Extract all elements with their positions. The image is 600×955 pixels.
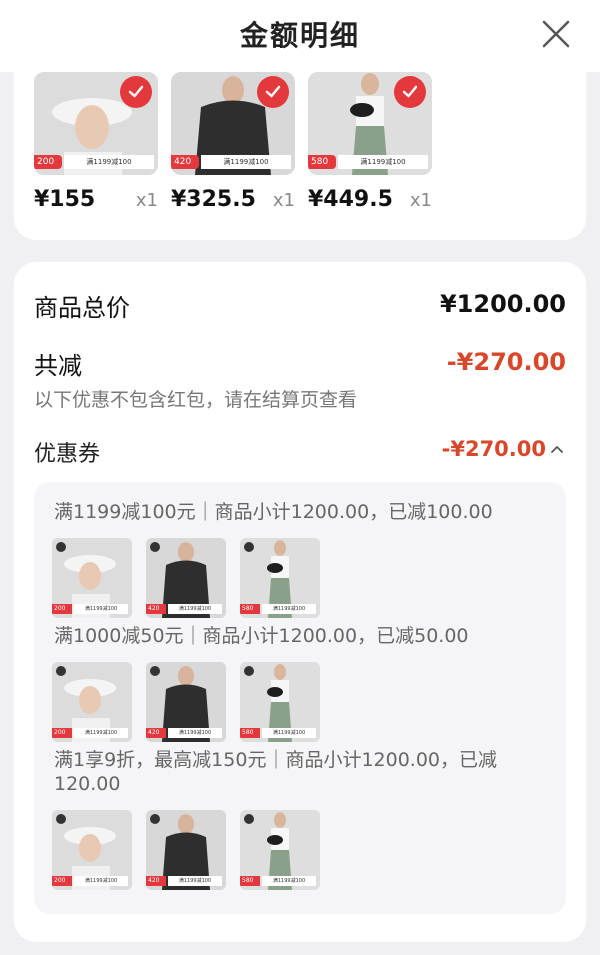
coupon-rule-products: 200 满1199减100 420 满1199减100 580 满1199减10…: [52, 538, 342, 618]
product-thumbnail[interactable]: 200 满1199减100: [52, 538, 132, 618]
product-thumbnail[interactable]: 200 满1199减100: [52, 810, 132, 890]
product-price: ¥325.5: [171, 187, 256, 212]
header: 金额明细: [0, 0, 600, 72]
product-image-bucket-hat[interactable]: 200 满1199减100: [34, 72, 158, 175]
brand-logo: [150, 542, 160, 552]
check-icon: [257, 76, 289, 108]
product-thumbnail[interactable]: 420 满1199减100: [146, 810, 226, 890]
discount-value: -¥270.00: [446, 348, 566, 376]
product-image-black-longsleeve[interactable]: 420 满1199减100: [171, 72, 295, 175]
chevron-up-icon: [551, 446, 563, 453]
promo-tag: 满1199减100: [262, 876, 316, 886]
coupon-label: 优惠券: [34, 442, 101, 467]
coupon-details: 满1199减100元｜商品小计1200.00，已减100.00 200 满119…: [34, 482, 566, 914]
product-thumbnail[interactable]: 580 满1199减100: [240, 810, 320, 890]
brand-logo: [56, 666, 66, 676]
promo-tag: 满1199减100: [74, 604, 128, 614]
product-thumbnail[interactable]: 420 满1199减100: [146, 538, 226, 618]
coupon-rule: 满1享9折，最高减150元｜商品小计1200.00，已减120.00: [54, 749, 498, 795]
price-badge: 580: [240, 728, 260, 738]
price-badge: 200: [34, 155, 62, 169]
page-title: 金额明细: [239, 19, 360, 52]
price-badge: 200: [52, 876, 72, 886]
discount-note: 以下优惠不包含红包，请在结算页查看: [34, 389, 358, 411]
promo-tag: 满1199减100: [64, 155, 154, 169]
product-thumbnail[interactable]: 420 满1199减100: [146, 662, 226, 742]
product-price: ¥155: [34, 187, 96, 212]
product-price-row: ¥449.5 x1: [308, 187, 432, 217]
price-badge: 420: [146, 604, 166, 614]
coupon-toggle[interactable]: -¥270.00: [442, 437, 564, 461]
price-badge: 580: [308, 155, 336, 169]
brand-logo: [56, 542, 66, 552]
brand-logo: [150, 814, 160, 824]
summary-card: 商品总价 ¥1200.00 共减 -¥270.00 以下优惠不包含红包，请在结算…: [14, 262, 586, 942]
brand-logo: [244, 666, 254, 676]
promo-tag: 满1199减100: [262, 604, 316, 614]
coupon-value: -¥270.00: [441, 437, 546, 461]
promo-tag: 满1199减100: [74, 728, 128, 738]
promo-tag: 满1199减100: [168, 604, 222, 614]
price-badge: 200: [52, 604, 72, 614]
check-icon: [394, 76, 426, 108]
product-qty: x1: [135, 190, 158, 211]
brand-logo: [150, 666, 160, 676]
promo-tag: 满1199减100: [168, 876, 222, 886]
price-badge: 580: [240, 604, 260, 614]
close-icon: [542, 20, 570, 48]
brand-logo: [56, 814, 66, 824]
product-image-crossbody-bag[interactable]: 580 满1199减100: [308, 72, 432, 175]
brand-logo: [244, 542, 254, 552]
product-qty: x1: [409, 190, 432, 211]
product-qty: x1: [272, 190, 295, 211]
price-badge: 420: [146, 728, 166, 738]
coupon-rule: 满1199减100元｜商品小计1200.00，已减100.00: [54, 501, 493, 523]
product-price-row: ¥325.5 x1: [171, 187, 295, 217]
product-price: ¥449.5: [308, 187, 393, 212]
promo-tag: 满1199减100: [201, 155, 291, 169]
promo-tag: 满1199减100: [338, 155, 428, 169]
product-thumbnail[interactable]: 580 满1199减100: [240, 538, 320, 618]
price-badge: 580: [240, 876, 260, 886]
promo-tag: 满1199减100: [168, 728, 222, 738]
coupon-rule: 满1000减50元｜商品小计1200.00，已减50.00: [54, 625, 469, 647]
brand-logo: [244, 814, 254, 824]
coupon-rule-products: 200 满1199减100 420 满1199减100 580 满1199减10…: [52, 810, 342, 890]
product-price-row: ¥155 x1: [34, 187, 158, 217]
discount-label: 共减: [34, 352, 82, 380]
close-button[interactable]: [536, 14, 576, 54]
coupon-rule-products: 200 满1199减100 420 满1199减100 580 满1199减10…: [52, 662, 342, 742]
product-thumbnail[interactable]: 200 满1199减100: [52, 662, 132, 742]
total-value: ¥1200.00: [439, 290, 566, 318]
product-thumbnail[interactable]: 580 满1199减100: [240, 662, 320, 742]
price-badge: 420: [171, 155, 199, 169]
price-badge: 200: [52, 728, 72, 738]
check-icon: [120, 76, 152, 108]
promo-tag: 满1199减100: [262, 728, 316, 738]
promo-tag: 满1199减100: [74, 876, 128, 886]
price-badge: 420: [146, 876, 166, 886]
total-label: 商品总价: [34, 294, 130, 322]
